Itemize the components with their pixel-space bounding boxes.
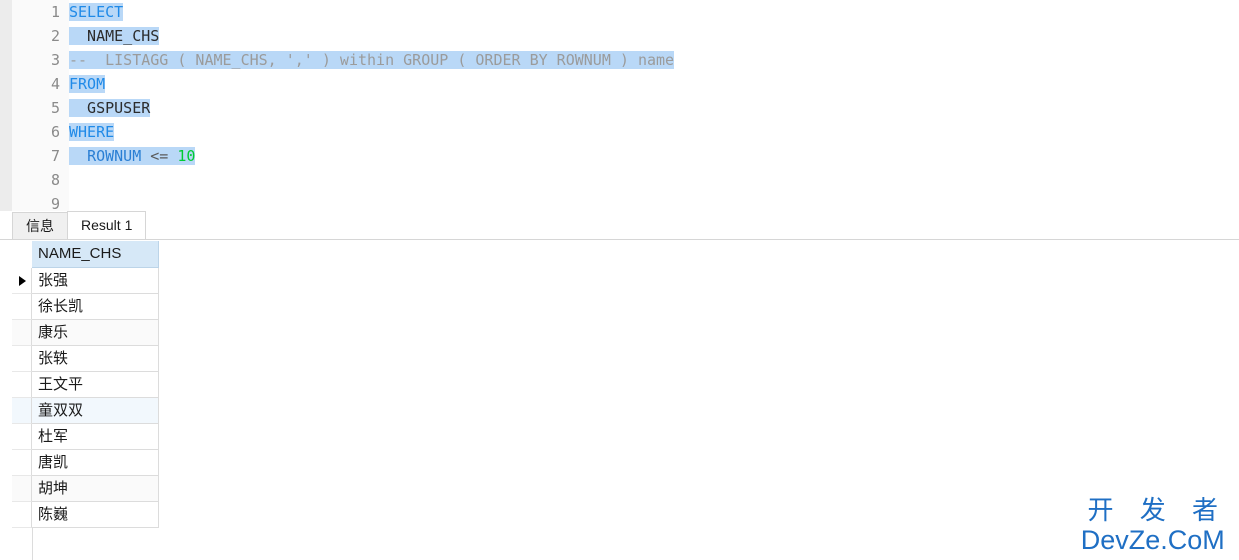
token-where: WHERE <box>69 123 115 141</box>
code-line-4[interactable]: FROM <box>69 72 1239 96</box>
line-number: 4 <box>50 75 60 93</box>
cell-name-chs[interactable]: 张强 <box>32 268 159 294</box>
token-name-chs: NAME_CHS <box>69 27 160 45</box>
tab-info[interactable]: 信息 <box>12 212 68 239</box>
table-row[interactable]: 王文平 <box>12 372 159 398</box>
line-number: 2 <box>50 27 60 45</box>
row-selector[interactable] <box>12 294 32 320</box>
line-number: 3 <box>50 51 60 69</box>
cell-name-chs[interactable]: 王文平 <box>32 372 159 398</box>
row-selector[interactable] <box>12 424 32 450</box>
line-number: 7 <box>50 147 60 165</box>
code-line-5[interactable]: GSPUSER <box>69 96 1239 120</box>
table-row[interactable]: 张轶 <box>12 346 159 372</box>
column-header-name-chs[interactable]: NAME_CHS <box>32 241 159 268</box>
token-limit-number: 10 <box>177 147 196 165</box>
code-line-8[interactable] <box>69 168 1239 192</box>
token-sql-comment: -- LISTAGG ( NAME_CHS, ',' ) within GROU… <box>69 51 675 69</box>
token-from: FROM <box>69 75 106 93</box>
code-line-1[interactable]: SELECT <box>69 0 1239 24</box>
cell-name-chs[interactable]: 徐长凯 <box>32 294 159 320</box>
row-selector[interactable] <box>12 502 32 528</box>
code-line-3[interactable]: -- LISTAGG ( NAME_CHS, ',' ) within GROU… <box>69 48 1239 72</box>
table-row[interactable]: 胡坤 <box>12 476 159 502</box>
token-rownum-label: ROWNUM <box>87 147 142 165</box>
row-selector[interactable] <box>12 372 32 398</box>
row-selector[interactable] <box>12 398 32 424</box>
editor-line-number-gutter: 1 2 3 4 5 6 7 8 9 <box>12 0 69 211</box>
row-selector[interactable] <box>12 320 32 346</box>
cell-name-chs[interactable]: 张轶 <box>32 346 159 372</box>
table-row[interactable]: 唐凯 <box>12 450 159 476</box>
row-selector[interactable] <box>12 450 32 476</box>
sql-editor-pane[interactable]: 1 2 3 4 5 6 7 8 9 SELECT NAME_CHS -- LIS… <box>0 0 1239 211</box>
line-number: 5 <box>50 99 60 117</box>
cell-name-chs[interactable]: 唐凯 <box>32 450 159 476</box>
row-selector[interactable] <box>12 476 32 502</box>
token-operator-label: <= <box>150 147 169 165</box>
token-gspuser: GSPUSER <box>69 99 151 117</box>
table-row[interactable]: 徐长凯 <box>12 294 159 320</box>
code-line-6[interactable]: WHERE <box>69 120 1239 144</box>
token-rownum <box>69 147 87 165</box>
code-line-7[interactable]: ROWNUM <= 10 <box>69 144 1239 168</box>
code-line-2[interactable]: NAME_CHS <box>69 24 1239 48</box>
row-current-marker[interactable] <box>12 268 32 294</box>
result-data-grid[interactable]: NAME_CHS 张强 徐长凯 康乐 张轶 王文平 童双双 杜军 唐凯 胡坤 陈… <box>12 241 1239 560</box>
code-line-9[interactable] <box>69 192 1239 211</box>
grid-body[interactable]: 张强 徐长凯 康乐 张轶 王文平 童双双 杜军 唐凯 胡坤 陈巍 <box>12 268 1239 560</box>
current-row-caret-icon <box>19 276 26 286</box>
table-row[interactable]: 童双双 <box>12 398 159 424</box>
table-row[interactable]: 张强 <box>12 268 159 294</box>
sql-client-window: 1 2 3 4 5 6 7 8 9 SELECT NAME_CHS -- LIS… <box>0 0 1239 560</box>
line-number: 6 <box>50 123 60 141</box>
table-row[interactable]: 康乐 <box>12 320 159 346</box>
cell-name-chs[interactable]: 陈巍 <box>32 502 159 528</box>
results-tab-strip: 信息 Result 1 <box>0 211 1239 240</box>
line-number: 1 <box>50 3 60 21</box>
row-selector[interactable] <box>12 346 32 372</box>
line-number: 9 <box>50 195 60 211</box>
cell-name-chs[interactable]: 康乐 <box>32 320 159 346</box>
editor-left-margin <box>0 0 12 211</box>
line-number: 8 <box>50 171 60 189</box>
cell-name-chs[interactable]: 童双双 <box>32 398 159 424</box>
token-select: SELECT <box>69 3 124 21</box>
cell-name-chs[interactable]: 杜军 <box>32 424 159 450</box>
results-pane: 信息 Result 1 NAME_CHS 张强 徐长凯 康乐 张轶 王文平 童双… <box>0 211 1239 560</box>
tab-result-1[interactable]: Result 1 <box>67 211 147 239</box>
table-row[interactable]: 杜军 <box>12 424 159 450</box>
token-operator <box>141 147 150 165</box>
cell-name-chs[interactable]: 胡坤 <box>32 476 159 502</box>
table-row[interactable]: 陈巍 <box>12 502 159 528</box>
sql-code-area[interactable]: SELECT NAME_CHS -- LISTAGG ( NAME_CHS, '… <box>69 0 1239 211</box>
